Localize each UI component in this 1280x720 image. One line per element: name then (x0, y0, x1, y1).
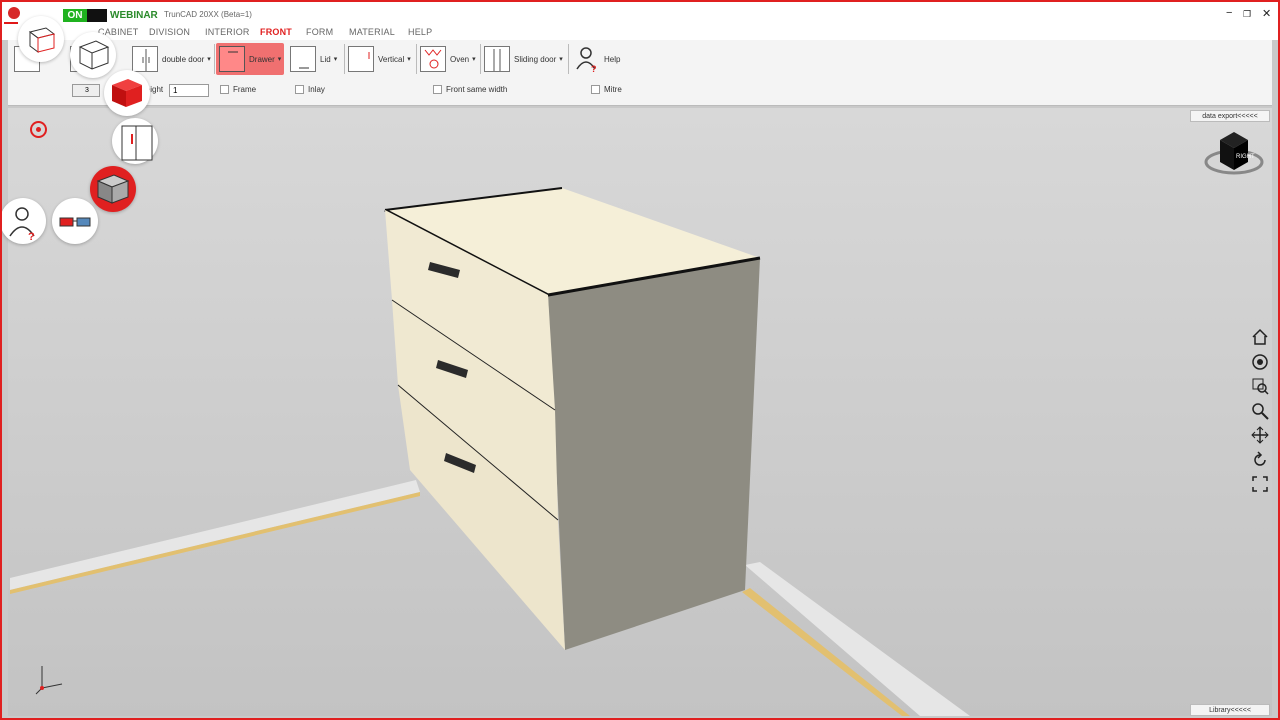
floor-edge-left (10, 492, 420, 594)
nav-cube-label: RIGHT (1236, 154, 1255, 160)
axis-gizmo-icon (32, 660, 68, 696)
zoom-icon[interactable] (1250, 401, 1270, 421)
cabinet-scene (10, 187, 970, 716)
floor-strip-right (745, 562, 970, 716)
data-export-button[interactable]: data export<<<<< (1190, 110, 1270, 122)
home-icon[interactable] (1250, 327, 1270, 347)
zoom-window-icon[interactable] (1250, 376, 1270, 396)
cabinet-side (548, 258, 760, 650)
pan-icon[interactable] (1250, 425, 1270, 445)
svg-text:?: ? (28, 231, 35, 243)
3d-glasses-icon[interactable] (52, 198, 98, 244)
floor-edge-right (742, 588, 910, 716)
nav-cube[interactable]: RIGHT (1200, 128, 1264, 180)
library-button[interactable]: Library<<<<< (1190, 704, 1270, 716)
fridge-icon[interactable] (112, 118, 158, 164)
cabinet-wireframe-icon[interactable] (18, 16, 64, 62)
orbit-icon[interactable] (1250, 352, 1270, 372)
floor-strip-left (10, 480, 420, 590)
eye-icon[interactable] (30, 121, 47, 138)
fit-icon[interactable] (1250, 474, 1270, 494)
rotate-icon[interactable] (1250, 450, 1270, 470)
red-cube-icon[interactable] (104, 70, 150, 116)
user-help-icon[interactable]: ? (0, 198, 46, 244)
